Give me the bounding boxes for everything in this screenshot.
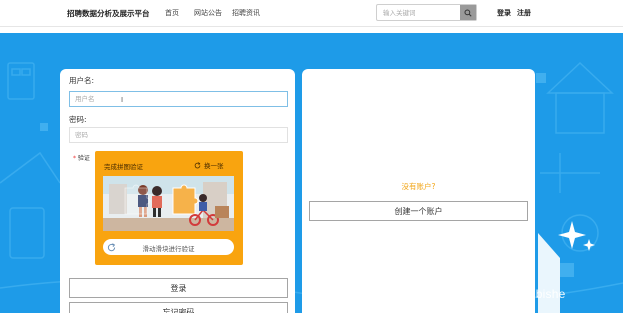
captcha-title: 完成拼图验证 — [104, 163, 143, 171]
top-navbar: 招聘数据分析及展示平台 首页 网站公告 招聘资讯 登录 注册 — [0, 0, 623, 27]
refresh-icon — [194, 161, 201, 168]
search-icon — [464, 8, 472, 17]
search-button[interactable] — [460, 5, 476, 20]
header-login-link[interactable]: 登录 — [497, 8, 511, 18]
no-account-prompt: 没有账户? — [401, 182, 436, 191]
nav-link-job-news[interactable]: 招聘资讯 — [232, 8, 260, 18]
register-panel: 没有账户? 创建一个账户 — [302, 69, 535, 313]
login-button[interactable]: 登录 — [69, 278, 288, 298]
required-mark: * — [73, 155, 76, 162]
captcha-puzzle-image — [103, 176, 234, 231]
text-cursor-icon: I — [121, 96, 124, 104]
captcha-refresh-button[interactable]: 换一张 — [194, 160, 224, 170]
login-panel: 用户名: I 密码: * 验证 完成拼图验证 换一张 — [60, 69, 295, 313]
header-register-link[interactable]: 注册 — [517, 8, 531, 18]
username-input[interactable] — [69, 91, 288, 107]
nav-link-home[interactable]: 首页 — [165, 8, 179, 18]
create-account-button[interactable]: 创建一个账户 — [309, 201, 528, 221]
verify-label: * 验证 — [73, 153, 90, 162]
csdn-watermark: CSDN @wxin_VXbishe — [437, 287, 566, 301]
captcha-slider-text: 滑动滑块进行验证 — [142, 245, 195, 253]
search-input[interactable] — [377, 5, 461, 20]
nav-link-announcements[interactable]: 网站公告 — [194, 8, 222, 18]
puzzle-captcha: 完成拼图验证 换一张 滑动滑块进行验证 — [95, 151, 243, 265]
search-box — [376, 4, 477, 21]
sparkle-decoration — [558, 221, 595, 251]
captcha-scene-illustration — [103, 176, 234, 231]
captcha-slider-track[interactable]: 滑动滑块进行验证 — [103, 239, 234, 255]
forgot-password-button[interactable]: 忘记密码 — [69, 302, 288, 313]
captcha-refresh-label: 换一张 — [204, 162, 224, 170]
password-label: 密码: — [69, 115, 87, 124]
password-input[interactable] — [69, 127, 288, 143]
username-label: 用户名: — [69, 76, 95, 85]
verify-label-text: 验证 — [77, 155, 90, 162]
site-brand[interactable]: 招聘数据分析及展示平台 — [67, 8, 150, 19]
